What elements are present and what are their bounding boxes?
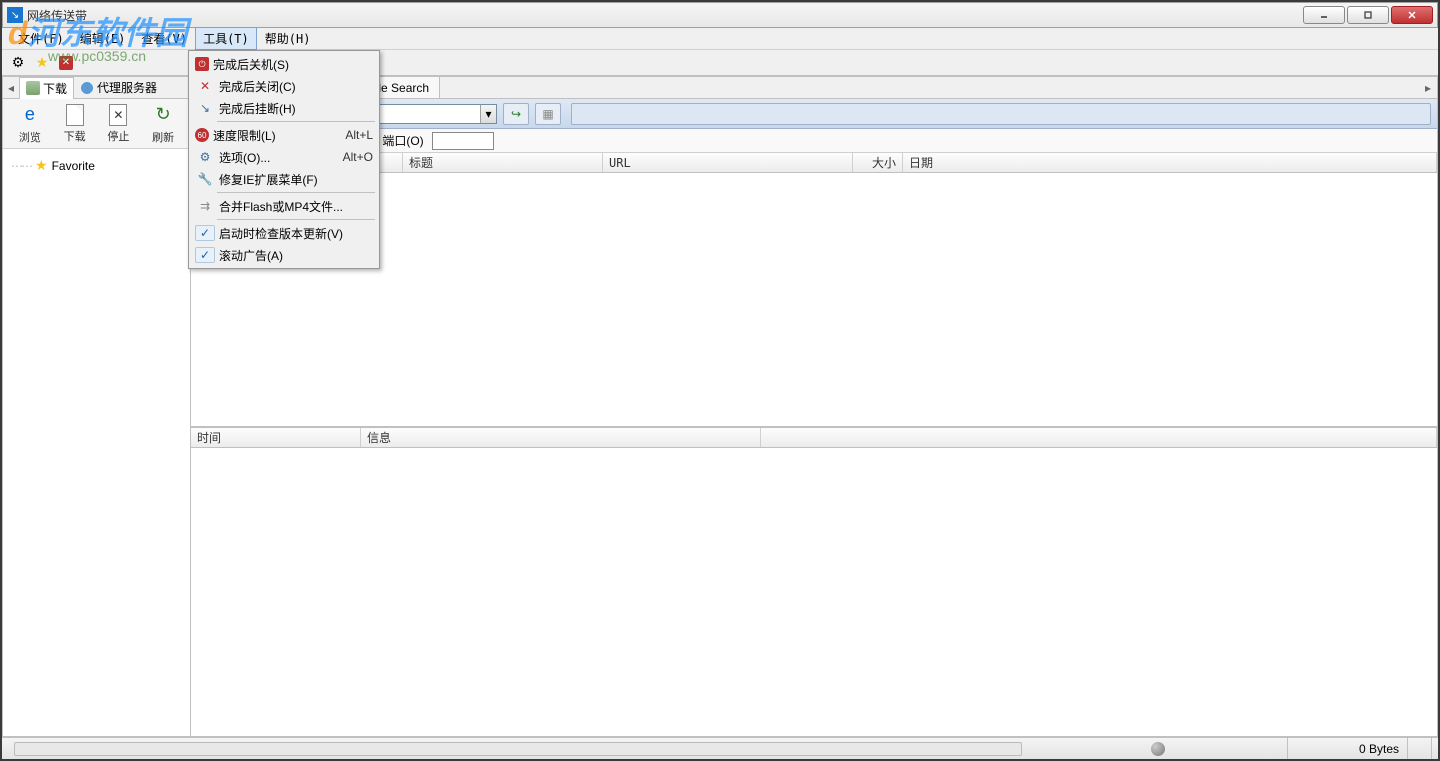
menu-edit[interactable]: 编辑(E) (72, 27, 134, 50)
dropdown-button[interactable]: ▾ (480, 105, 496, 123)
menu-merge-files[interactable]: ⇉ 合并Flash或MP4文件... (191, 195, 377, 217)
document-icon (66, 104, 84, 126)
tool-label: 停止 (107, 128, 129, 144)
menu-options[interactable]: ⚙ 选项(O)... Alt+O (191, 146, 377, 168)
menu-hangup-after[interactable]: ↘ 完成后挂断(H) (191, 97, 377, 119)
col-size[interactable]: 大小 (853, 153, 903, 172)
col-title[interactable]: 标题 (403, 153, 603, 172)
menu-separator (217, 121, 375, 122)
menu-help[interactable]: 帮助(H) (257, 27, 319, 50)
col-info[interactable]: 信息 (361, 428, 761, 447)
check-icon: ✓ (195, 225, 215, 241)
statusbar: 0 Bytes (2, 737, 1438, 759)
stop-icon: ✕ (109, 104, 127, 126)
go-arrow-icon: ↪ (511, 107, 521, 121)
tree-label: Favorite (52, 159, 95, 173)
log-header: 时间 信息 (191, 428, 1437, 448)
merge-icon: ⇉ (195, 198, 215, 214)
status-indicator-icon (1151, 742, 1165, 756)
download-icon (26, 81, 40, 95)
log-panel: 时间 信息 (191, 426, 1437, 736)
refresh-button[interactable]: ↻ 刷新 (151, 103, 175, 145)
x-icon: ✕ (59, 56, 73, 70)
sidebar: ◂ 下载 代理服务器 e 浏览 下载 ✕ 停止 (3, 77, 191, 736)
band-spacer (571, 103, 1431, 125)
browse-button[interactable]: e 浏览 (18, 103, 42, 145)
gear-icon: ⚙ (195, 149, 215, 165)
tree-connector: ⋯⋯ (11, 159, 31, 173)
app-icon (7, 7, 23, 23)
sidebar-tab-proxy[interactable]: 代理服务器 (74, 77, 163, 98)
stop-button[interactable]: ✕ 停止 (107, 104, 129, 144)
log-body[interactable] (191, 448, 1437, 736)
check-icon: ✓ (195, 247, 215, 263)
port-label: 端口(O) (382, 132, 423, 149)
menu-view[interactable]: 查看(V) (133, 27, 195, 50)
tool-label: 下载 (64, 128, 86, 144)
col-date[interactable]: 日期 (903, 153, 1437, 172)
globe-icon (80, 81, 94, 95)
col-time[interactable]: 时间 (191, 428, 361, 447)
menu-separator (217, 192, 375, 193)
menu-shutdown-after[interactable]: ⏻ 完成后关机(S) (191, 53, 377, 75)
menu-repair-ie[interactable]: 🔧 修复IE扩展菜单(F) (191, 168, 377, 190)
menu-close-after[interactable]: ✕ 完成后关闭(C) (191, 75, 377, 97)
side-toolbar: e 浏览 下载 ✕ 停止 ↻ 刷新 (3, 99, 190, 149)
tool-label: 浏览 (19, 129, 41, 145)
toolbar-gear-button[interactable]: ⚙ (8, 53, 28, 73)
close-icon: ✕ (195, 78, 215, 94)
tool-label: 刷新 (152, 129, 174, 145)
speed-icon: 60 (195, 128, 209, 142)
star-icon: ★ (36, 54, 49, 71)
sidebar-tab-label: 代理服务器 (97, 79, 157, 96)
tab-scroll-left[interactable]: ◂ (3, 81, 19, 95)
toolbar-star-button[interactable]: ★ (32, 53, 52, 73)
sidebar-tabs: ◂ 下载 代理服务器 (3, 77, 190, 99)
wrench-icon: 🔧 (195, 171, 215, 187)
maximize-button[interactable] (1347, 6, 1389, 24)
tree-view: ⋯⋯ ★ Favorite (3, 149, 190, 736)
menu-speed-limit[interactable]: 60 速度限制(L) Alt+L (191, 124, 377, 146)
folder-button[interactable]: ▦ (535, 103, 561, 125)
star-icon: ★ (35, 157, 48, 174)
status-resize-grip[interactable] (1408, 738, 1432, 759)
window-title: 网络传送带 (27, 7, 1303, 24)
ie-icon: e (18, 103, 42, 127)
tools-dropdown: ⏻ 完成后关机(S) ✕ 完成后关闭(C) ↘ 完成后挂断(H) 60 速度限制… (188, 50, 380, 269)
tree-item-favorite[interactable]: ⋯⋯ ★ Favorite (9, 155, 184, 176)
sidebar-tab-download[interactable]: 下载 (19, 77, 74, 100)
tab-scroll-right[interactable]: ▸ (1419, 77, 1437, 98)
titlebar: 网络传送带 (2, 2, 1438, 28)
progress-bar (14, 742, 1022, 756)
close-button[interactable] (1391, 6, 1433, 24)
folder-icon: ▦ (542, 107, 553, 121)
status-bytes: 0 Bytes (1288, 738, 1408, 759)
menu-separator (217, 219, 375, 220)
minimize-button[interactable] (1303, 6, 1345, 24)
menubar: 文件(F) 编辑(E) 查看(V) 工具(T) 帮助(H) (2, 28, 1438, 50)
port-input[interactable] (432, 132, 494, 150)
sidebar-tab-label: 下载 (43, 80, 67, 97)
gear-icon: ⚙ (12, 54, 25, 71)
menu-file[interactable]: 文件(F) (10, 27, 72, 50)
hangup-icon: ↘ (195, 100, 215, 116)
menu-check-update[interactable]: ✓ 启动时检查版本更新(V) (191, 222, 377, 244)
col-url[interactable]: URL (603, 153, 853, 172)
menu-scroll-ad[interactable]: ✓ 滚动广告(A) (191, 244, 377, 266)
go-button[interactable]: ↪ (503, 103, 529, 125)
toolbar-delete-button[interactable]: ✕ (56, 53, 76, 73)
download-button[interactable]: 下载 (64, 104, 86, 144)
refresh-icon: ↻ (151, 103, 175, 127)
col-empty[interactable] (761, 428, 1437, 447)
power-icon: ⏻ (195, 57, 209, 71)
menu-tools[interactable]: 工具(T) (195, 27, 257, 50)
